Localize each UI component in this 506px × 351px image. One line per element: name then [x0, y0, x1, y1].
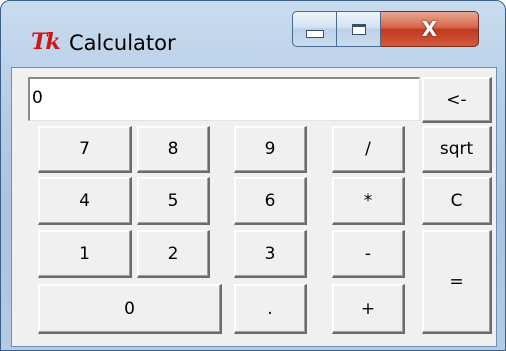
close-icon: X	[421, 17, 438, 41]
backspace-button[interactable]: <-	[422, 77, 492, 123]
equals-button[interactable]: =	[422, 230, 492, 334]
key-1-button[interactable]: 1	[38, 230, 132, 278]
key-7-button[interactable]: 7	[38, 126, 132, 173]
multiply-button[interactable]: *	[332, 177, 405, 225]
display-field[interactable]: 0	[28, 77, 420, 121]
calculator-body: 0 <- 7 8 9 / sqrt 4 5 6 * C 1 2 3 - = 0 …	[11, 67, 497, 347]
key-9-button[interactable]: 9	[234, 126, 307, 173]
plus-button[interactable]: +	[332, 284, 405, 334]
key-0-button[interactable]: 0	[38, 284, 222, 334]
decimal-point-button[interactable]: .	[234, 284, 307, 334]
key-8-button[interactable]: 8	[137, 126, 210, 173]
clear-button[interactable]: C	[422, 177, 492, 225]
minimize-icon	[305, 30, 324, 38]
minus-button[interactable]: -	[332, 230, 405, 278]
calculator-window: Tk Calculator X 0 <- 7 8 9 / sqrt 4 5 6 …	[0, 0, 506, 351]
key-4-button[interactable]: 4	[38, 177, 132, 225]
sqrt-button[interactable]: sqrt	[422, 126, 492, 173]
minimize-button[interactable]	[292, 11, 337, 47]
caption-buttons: X	[292, 11, 479, 47]
key-3-button[interactable]: 3	[234, 230, 307, 278]
key-2-button[interactable]: 2	[137, 230, 210, 278]
close-button[interactable]: X	[381, 11, 479, 47]
divide-button[interactable]: /	[332, 126, 405, 173]
key-5-button[interactable]: 5	[137, 177, 210, 225]
maximize-icon	[351, 23, 366, 35]
tk-feather-icon: Tk	[31, 29, 61, 55]
maximize-button[interactable]	[337, 11, 381, 47]
key-6-button[interactable]: 6	[234, 177, 307, 225]
window-title: Calculator	[69, 31, 176, 55]
